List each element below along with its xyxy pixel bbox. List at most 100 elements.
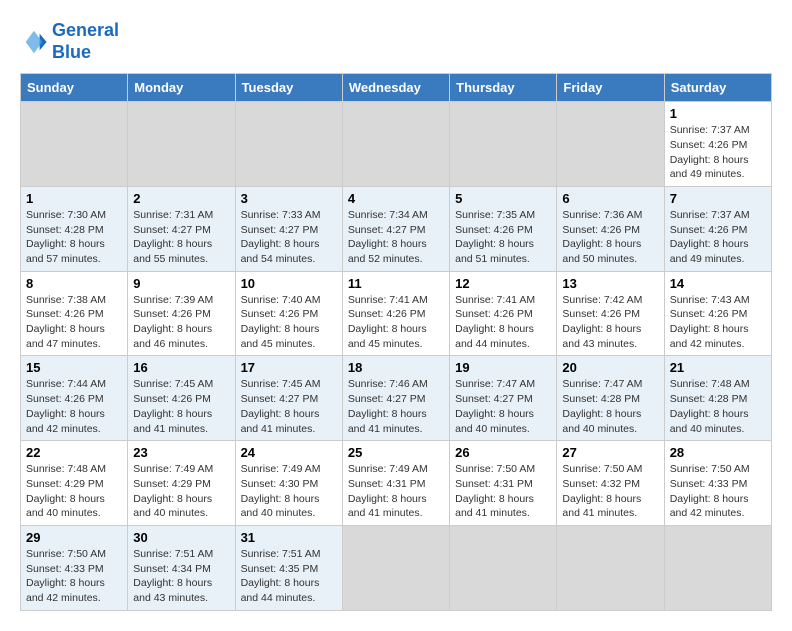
day-number: 24 [241,445,337,460]
calendar-week-4: 15Sunrise: 7:44 AMSunset: 4:26 PMDayligh… [21,356,772,441]
day-info: Sunrise: 7:50 AMSunset: 4:31 PMDaylight:… [455,462,551,521]
day-number: 17 [241,360,337,375]
calendar-cell: 13Sunrise: 7:42 AMSunset: 4:26 PMDayligh… [557,271,664,356]
day-number: 27 [562,445,658,460]
day-number: 9 [133,276,229,291]
calendar-cell: 5 Sunrise: 7:35 AMSunset: 4:26 PMDaylight… [450,186,557,271]
day-info: Sunrise: 7:47 AMSunset: 4:28 PMDaylight:… [562,377,658,436]
calendar-cell: 16 Sunrise: 7:45 AMSunset: 4:26 PMDayligh… [128,356,235,441]
day-number: 30 [133,530,229,545]
day-info: Sunrise: 7:30 AMSunset: 4:28 PMDaylight:… [26,208,122,267]
column-header-friday: Friday [557,74,664,102]
calendar-cell [21,102,128,187]
day-info: Sunrise: 7:42 AMSunset: 4:26 PMDaylight:… [562,293,658,352]
day-number: 5 [455,191,551,206]
calendar-cell: 18Sunrise: 7:46 AMSunset: 4:27 PMDayligh… [342,356,449,441]
day-info: Sunrise: 7:43 AMSunset: 4:26 PMDaylight:… [670,293,766,352]
calendar-week-6: 29 Sunrise: 7:50 AMSunset: 4:33 PMDayligh… [21,525,772,610]
day-number: 31 [241,530,337,545]
header-row: SundayMondayTuesdayWednesdayThursdayFrid… [21,74,772,102]
day-number: 22 [26,445,122,460]
day-info: Sunrise: 7:45 AMSunset: 4:26 PMDaylight:… [133,377,229,436]
calendar-week-1: 1Sunrise: 7:37 AMSunset: 4:26 PMDaylight… [21,102,772,187]
calendar-cell [557,102,664,187]
day-number: 25 [348,445,444,460]
day-info: Sunrise: 7:44 AMSunset: 4:26 PMDaylight:… [26,377,122,436]
calendar-cell: 4 Sunrise: 7:34 AMSunset: 4:27 PMDaylight… [342,186,449,271]
day-info: Sunrise: 7:48 AMSunset: 4:29 PMDaylight:… [26,462,122,521]
calendar-cell: 14 Sunrise: 7:43 AMSunset: 4:26 PMDayligh… [664,271,771,356]
day-info: Sunrise: 7:51 AMSunset: 4:34 PMDaylight:… [133,547,229,606]
day-info: Sunrise: 7:38 AMSunset: 4:26 PMDaylight:… [26,293,122,352]
day-info: Sunrise: 7:40 AMSunset: 4:26 PMDaylight:… [241,293,337,352]
calendar-cell: 2Sunrise: 7:31 AMSunset: 4:27 PMDaylight… [128,186,235,271]
day-number: 23 [133,445,229,460]
logo-text: General Blue [52,20,119,63]
day-info: Sunrise: 7:34 AMSunset: 4:27 PMDaylight:… [348,208,444,267]
day-info: Sunrise: 7:33 AMSunset: 4:27 PMDaylight:… [241,208,337,267]
calendar-cell: 24 Sunrise: 7:49 AMSunset: 4:30 PMDayligh… [235,441,342,526]
calendar-cell: 6Sunrise: 7:36 AMSunset: 4:26 PMDaylight… [557,186,664,271]
day-info: Sunrise: 7:45 AMSunset: 4:27 PMDaylight:… [241,377,337,436]
calendar-cell [557,525,664,610]
day-number: 3 [241,191,337,206]
day-info: Sunrise: 7:35 AMSunset: 4:26 PMDaylight:… [455,208,551,267]
day-info: Sunrise: 7:41 AMSunset: 4:26 PMDaylight:… [455,293,551,352]
calendar-cell [235,102,342,187]
logo-icon [20,28,48,56]
day-number: 29 [26,530,122,545]
day-info: Sunrise: 7:50 AMSunset: 4:32 PMDaylight:… [562,462,658,521]
page-header: General Blue [20,20,772,63]
column-header-tuesday: Tuesday [235,74,342,102]
day-number: 12 [455,276,551,291]
day-number: 28 [670,445,766,460]
day-info: Sunrise: 7:50 AMSunset: 4:33 PMDaylight:… [670,462,766,521]
calendar-cell: 10 Sunrise: 7:40 AMSunset: 4:26 PMDayligh… [235,271,342,356]
calendar-cell: 31Sunrise: 7:51 AMSunset: 4:35 PMDayligh… [235,525,342,610]
day-info: Sunrise: 7:49 AMSunset: 4:29 PMDaylight:… [133,462,229,521]
day-info: Sunrise: 7:47 AMSunset: 4:27 PMDaylight:… [455,377,551,436]
column-header-monday: Monday [128,74,235,102]
day-info: Sunrise: 7:39 AMSunset: 4:26 PMDaylight:… [133,293,229,352]
calendar-cell [128,102,235,187]
calendar-cell: 17 Sunrise: 7:45 AMSunset: 4:27 PMDayligh… [235,356,342,441]
day-number: 1 [26,191,122,206]
calendar-cell: 1Sunrise: 7:37 AMSunset: 4:26 PMDaylight… [664,102,771,187]
day-info: Sunrise: 7:48 AMSunset: 4:28 PMDaylight:… [670,377,766,436]
calendar-cell: 21Sunrise: 7:48 AMSunset: 4:28 PMDayligh… [664,356,771,441]
day-number: 20 [562,360,658,375]
day-number: 6 [562,191,658,206]
calendar-cell: 8Sunrise: 7:38 AMSunset: 4:26 PMDaylight… [21,271,128,356]
column-header-saturday: Saturday [664,74,771,102]
day-number: 14 [670,276,766,291]
calendar-cell: 7Sunrise: 7:37 AMSunset: 4:26 PMDaylight… [664,186,771,271]
day-number: 4 [348,191,444,206]
calendar-cell: 27 Sunrise: 7:50 AMSunset: 4:32 PMDayligh… [557,441,664,526]
calendar-cell: 25 Sunrise: 7:49 AMSunset: 4:31 PMDayligh… [342,441,449,526]
day-number: 18 [348,360,444,375]
calendar-cell: 3 Sunrise: 7:33 AMSunset: 4:27 PMDaylight… [235,186,342,271]
calendar-cell [342,102,449,187]
day-number: 1 [670,106,766,121]
day-number: 11 [348,276,444,291]
calendar-cell [664,525,771,610]
day-number: 26 [455,445,551,460]
calendar-cell [450,102,557,187]
calendar-cell: 1 Sunrise: 7:30 AMSunset: 4:28 PMDaylight… [21,186,128,271]
day-info: Sunrise: 7:49 AMSunset: 4:30 PMDaylight:… [241,462,337,521]
calendar-cell: 20 Sunrise: 7:47 AMSunset: 4:28 PMDayligh… [557,356,664,441]
calendar-table: SundayMondayTuesdayWednesdayThursdayFrid… [20,73,772,611]
day-info: Sunrise: 7:50 AMSunset: 4:33 PMDaylight:… [26,547,122,606]
calendar-cell: 12 Sunrise: 7:41 AMSunset: 4:26 PMDayligh… [450,271,557,356]
day-info: Sunrise: 7:49 AMSunset: 4:31 PMDaylight:… [348,462,444,521]
calendar-cell: 9 Sunrise: 7:39 AMSunset: 4:26 PMDaylight… [128,271,235,356]
day-number: 16 [133,360,229,375]
calendar-cell: 11Sunrise: 7:41 AMSunset: 4:26 PMDayligh… [342,271,449,356]
calendar-week-5: 22 Sunrise: 7:48 AMSunset: 4:29 PMDayligh… [21,441,772,526]
column-header-sunday: Sunday [21,74,128,102]
calendar-week-2: 1 Sunrise: 7:30 AMSunset: 4:28 PMDaylight… [21,186,772,271]
calendar-cell [450,525,557,610]
day-number: 2 [133,191,229,206]
day-number: 10 [241,276,337,291]
calendar-cell: 15Sunrise: 7:44 AMSunset: 4:26 PMDayligh… [21,356,128,441]
